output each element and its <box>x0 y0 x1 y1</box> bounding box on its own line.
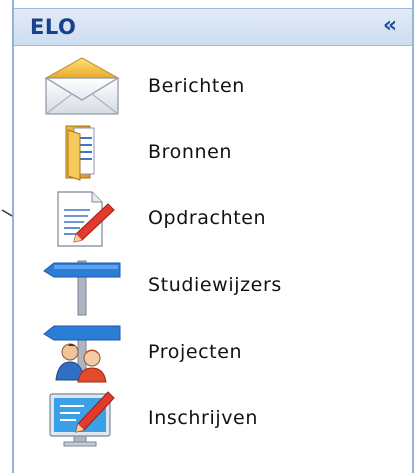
menu-item-bronnen[interactable]: Bronnen <box>14 120 412 184</box>
panel-title: ELO <box>30 15 77 39</box>
panel-header: ELO « <box>14 8 412 46</box>
menu-item-label: Inschrijven <box>148 407 258 429</box>
folder-icon <box>40 120 124 184</box>
menu-item-projecten[interactable]: Projecten <box>14 320 412 384</box>
screenshot-stage: ELO « Berichten Bronnen Opdrachten Studi… <box>0 0 418 473</box>
collapse-button[interactable]: « <box>376 12 404 40</box>
signpost-icon <box>40 253 124 317</box>
menu-item-berichten[interactable]: Berichten <box>14 54 412 118</box>
document-pencil-icon <box>40 186 124 250</box>
elo-panel: ELO « Berichten Bronnen Opdrachten Studi… <box>12 0 414 473</box>
monitor-pencil-icon <box>40 386 124 450</box>
menu-item-inschrijven[interactable]: Inschrijven <box>14 386 412 450</box>
menu-item-label: Opdrachten <box>148 207 267 229</box>
menu-item-label: Projecten <box>148 341 243 363</box>
menu-item-studiewijzers[interactable]: Studiewijzers <box>14 253 412 317</box>
menu-item-opdrachten[interactable]: Opdrachten <box>14 186 412 250</box>
menu-item-label: Bronnen <box>148 141 233 163</box>
envelope-icon <box>40 54 124 118</box>
menu-item-label: Studiewijzers <box>148 274 282 296</box>
people-signpost-icon <box>40 320 124 384</box>
menu-item-label: Berichten <box>148 75 245 97</box>
